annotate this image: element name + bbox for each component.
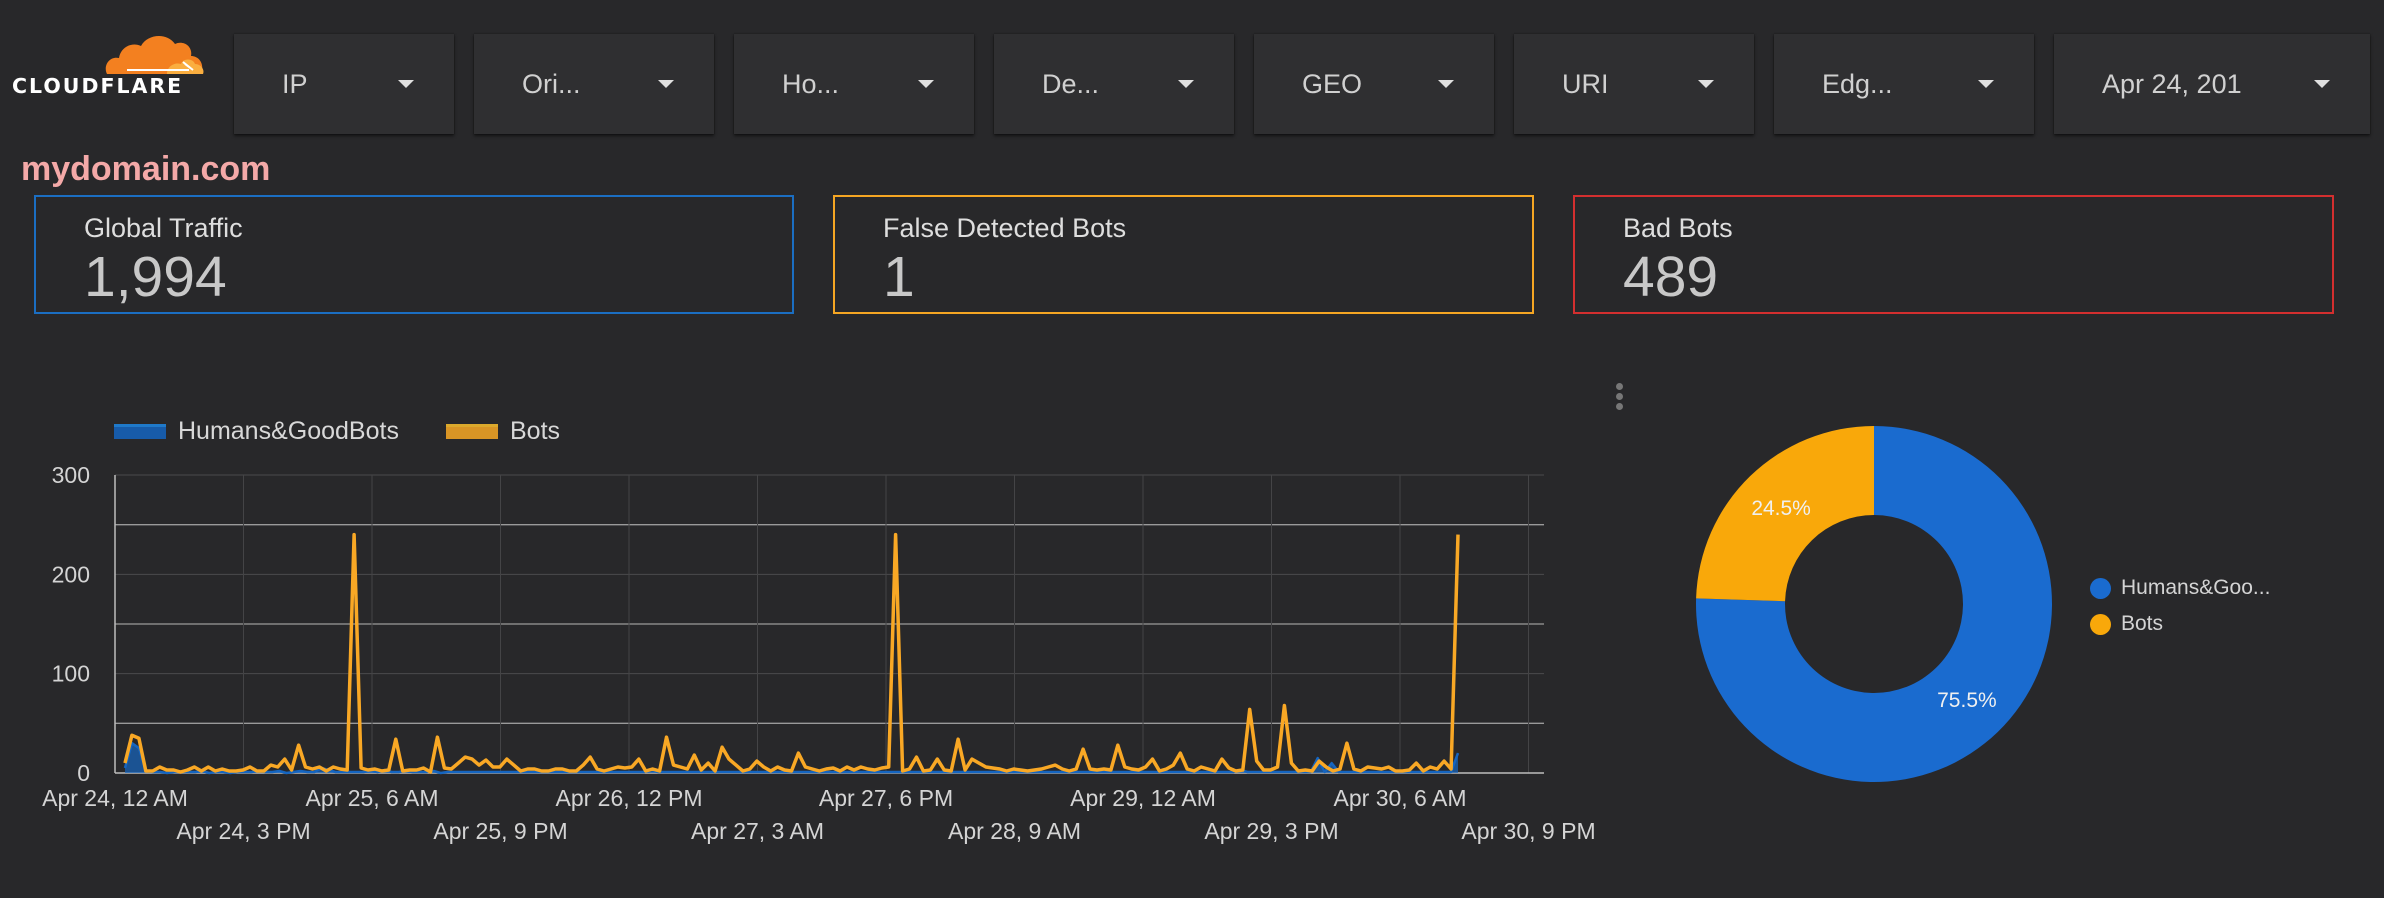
cloud-icon [105, 35, 204, 74]
legend-item-humans[interactable]: Humans&GoodBots [114, 417, 399, 446]
y-tick-label: 300 [52, 462, 90, 488]
kpi-card-false-detected-bots: False Detected Bots 1 [833, 195, 1534, 314]
kpi-card-global-traffic: Global Traffic 1,994 [34, 195, 794, 314]
filter-label: Ori... [522, 68, 581, 99]
kpi-value: 489 [1623, 245, 1719, 309]
legend-swatch [446, 424, 498, 439]
filter-origin[interactable]: Ori... [474, 34, 714, 134]
y-tick-label: 0 [77, 760, 90, 786]
x-tick-label: Apr 28, 9 AM [948, 818, 1081, 844]
legend-label: Bots [2121, 612, 2164, 635]
filter-device[interactable]: De... [994, 34, 1234, 134]
caret-down-icon [1438, 80, 1454, 88]
donut-legend-item-humans[interactable]: Humans&Goo... [2090, 570, 2270, 606]
slice-label: 24.5% [1751, 497, 1811, 520]
x-tick-label: Apr 29, 3 PM [1204, 818, 1338, 844]
kpi-title: False Detected Bots [883, 213, 1127, 243]
legend-item-bots[interactable]: Bots [446, 417, 560, 446]
caret-down-icon [1698, 80, 1714, 88]
x-tick-label: Apr 26, 12 PM [555, 785, 702, 811]
kpi-title: Bad Bots [1623, 213, 1733, 243]
brand-wordmark: CLOUDFLARE [12, 74, 184, 98]
filter-label: GEO [1302, 68, 1363, 99]
filter-label: URI [1562, 68, 1609, 99]
filter-host[interactable]: Ho... [734, 34, 974, 134]
traffic-line-chart: 300 200 100 0 Apr 24, 12 AM Apr 24, 3 PM Apr … [42, 462, 1595, 844]
legend-dot [2090, 577, 2111, 599]
site-name: mydomain.com [21, 150, 271, 188]
slice-label: 75.5% [1937, 689, 1997, 712]
caret-down-icon [1978, 80, 1994, 88]
filter-date-range[interactable]: Apr 24, 201 [2054, 34, 2370, 134]
x-tick-label: Apr 27, 6 PM [819, 785, 953, 811]
caret-down-icon [1178, 80, 1194, 88]
filter-ip[interactable]: IP [234, 34, 454, 134]
x-tick-label: Apr 30, 6 AM [1334, 785, 1467, 811]
caret-down-icon [398, 80, 414, 88]
x-tick-label: Apr 24, 12 AM [42, 785, 188, 811]
series-line-bots [123, 532, 1460, 774]
x-tick-label: Apr 24, 3 PM [176, 818, 310, 844]
more-options-icon[interactable] [1614, 380, 1624, 413]
filter-label: De... [1042, 68, 1100, 99]
legend-label: Bots [510, 417, 561, 445]
kpi-title: Global Traffic [84, 213, 243, 243]
caret-down-icon [658, 80, 674, 88]
donut-legend: Humans&Goo... Bots [2090, 570, 2270, 642]
legend-label: Humans&Goo... [2121, 576, 2271, 599]
filter-label: Edg... [1822, 68, 1893, 99]
caret-down-icon [2314, 80, 2330, 88]
donut-legend-item-bots[interactable]: Bots [2090, 606, 2270, 642]
y-tick-label: 100 [52, 661, 90, 687]
y-tick-label: 200 [52, 561, 90, 587]
filter-edge[interactable]: Edg... [1774, 34, 2034, 134]
caret-down-icon [918, 80, 934, 88]
filter-label: Apr 24, 201 [2102, 68, 2242, 99]
x-tick-label: Apr 25, 6 AM [306, 785, 439, 811]
x-tick-label: Apr 25, 9 PM [433, 818, 567, 844]
cloudflare-logo: CLOUDFLARE [12, 28, 204, 100]
kpi-value: 1,994 [84, 245, 227, 309]
x-tick-label: Apr 27, 3 AM [691, 818, 824, 844]
filter-geo[interactable]: GEO [1254, 34, 1494, 134]
legend-dot [2090, 613, 2111, 635]
legend-swatch [114, 424, 166, 439]
filter-label: IP [282, 68, 308, 99]
x-tick-label: Apr 30, 9 PM [1461, 818, 1595, 844]
filter-uri[interactable]: URI [1514, 34, 1754, 134]
filter-label: Ho... [782, 68, 840, 99]
x-tick-label: Apr 29, 12 AM [1070, 785, 1216, 811]
traffic-donut-chart: 75.5% 24.5% [1696, 426, 2052, 782]
kpi-value: 1 [883, 245, 915, 309]
legend-label: Humans&GoodBots [178, 417, 399, 445]
kpi-card-bad-bots: Bad Bots 489 [1573, 195, 2334, 314]
